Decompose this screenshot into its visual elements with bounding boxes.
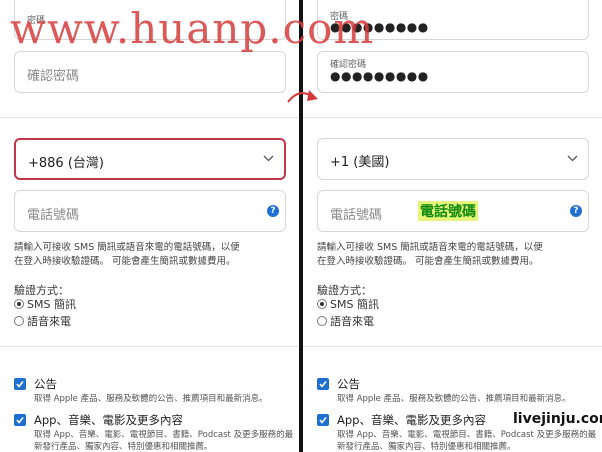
radio-selected-icon [317, 299, 327, 309]
radio-selected-icon [14, 299, 24, 309]
divider [303, 117, 602, 118]
radio-voice[interactable]: 語音來電 [317, 315, 374, 329]
radio-sms-label: SMS 簡訊 [27, 298, 76, 311]
help-icon[interactable]: ? [570, 205, 582, 217]
apps-title: App、音樂、電影及更多內容 [34, 413, 183, 427]
phone-note: 請輸入可接收 SMS 簡訊或語音來電的電話號碼，以便 在登入時接收驗證碼。 可能… [317, 241, 589, 269]
confirm-password-field[interactable]: 確認密碼 [14, 51, 286, 93]
phone-annotation: 電話號碼 [418, 201, 478, 221]
confirm-password-field[interactable]: 確認密碼 ●●●●●●●●● [317, 51, 589, 93]
phone-number-placeholder: 電話號碼 [27, 208, 80, 223]
radio-unselected-icon [317, 316, 327, 326]
phone-number-field[interactable]: 電話號碼 ? [14, 190, 286, 232]
left-panel: 密碼 確認密碼 +886 (台灣) 電話號碼 ? 請輸入可接收 SMS 簡訊或語… [0, 0, 299, 452]
confirm-password-placeholder: 確認密碼 [27, 69, 80, 84]
right-panel: 密碼 ●●●●●●●●● 確認密碼 ●●●●●●●●● +1 (美國) 電話號碼… [303, 0, 602, 452]
country-value: +886 (台灣) [28, 156, 104, 171]
chevron-down-icon [567, 155, 578, 162]
announcements-title: 公告 [34, 377, 57, 391]
country-select[interactable]: +1 (美國) [317, 138, 589, 180]
country-select[interactable]: +886 (台灣) [14, 138, 286, 180]
verification-title: 驗證方式： [317, 284, 372, 297]
phone-note-line-1: 請輸入可接收 SMS 簡訊或語音來電的電話號碼，以便 [317, 242, 543, 253]
help-icon[interactable]: ? [267, 205, 279, 217]
phone-note-line-2: 在登入時接收驗證碼。 可能會產生簡訊或數據費用。 [14, 256, 236, 267]
radio-voice-label: 語音來電 [27, 315, 71, 328]
checkbox-checked-icon [317, 378, 329, 390]
corner-watermark: livejinju.com [511, 411, 602, 427]
radio-sms[interactable]: SMS 簡訊 [14, 298, 76, 312]
phone-note-line-1: 請輸入可接收 SMS 簡訊或語音來電的電話號碼，以便 [14, 242, 240, 253]
radio-voice[interactable]: 語音來電 [14, 315, 71, 329]
country-value: +1 (美國) [330, 155, 390, 170]
phone-number-placeholder: 電話號碼 [330, 208, 383, 223]
announcements-desc: 取得 Apple 產品、服務及軟體的公告、推薦項目和最新消息。 [34, 394, 268, 404]
confirm-password-value: ●●●●●●●●● [330, 69, 429, 83]
phone-note-line-2: 在登入時接收驗證碼。 可能會產生簡訊或數據費用。 [317, 256, 539, 267]
chevron-down-icon [263, 155, 274, 162]
radio-voice-label: 語音來電 [330, 315, 374, 328]
announcements-desc: 取得 Apple 產品、服務及軟體的公告、推薦項目和最新消息。 [337, 394, 571, 404]
divider [303, 346, 602, 347]
announcements-title: 公告 [337, 377, 360, 391]
radio-sms-label: SMS 簡訊 [330, 298, 379, 311]
apps-desc: 取得 App、音樂、電影、電視節目、書籍、Podcast 及更多服務的最新發行產… [34, 430, 294, 452]
apps-title: App、音樂、電影及更多內容 [337, 413, 486, 427]
checkbox-checked-icon [14, 414, 26, 426]
arrow-right-icon [287, 90, 318, 103]
watermark: www.huanp.com [10, 4, 375, 53]
checkbox-checked-icon [14, 378, 26, 390]
divider [0, 117, 299, 118]
divider [0, 346, 299, 347]
radio-unselected-icon [14, 316, 24, 326]
checkbox-checked-icon [317, 414, 329, 426]
verification-title: 驗證方式： [14, 284, 69, 297]
radio-sms[interactable]: SMS 簡訊 [317, 298, 379, 312]
phone-note: 請輸入可接收 SMS 簡訊或語音來電的電話號碼，以便 在登入時接收驗證碼。 可能… [14, 241, 286, 269]
apps-desc: 取得 App、音樂、電影、電視節目、書籍、Podcast 及更多服務的最新發行產… [337, 430, 597, 452]
